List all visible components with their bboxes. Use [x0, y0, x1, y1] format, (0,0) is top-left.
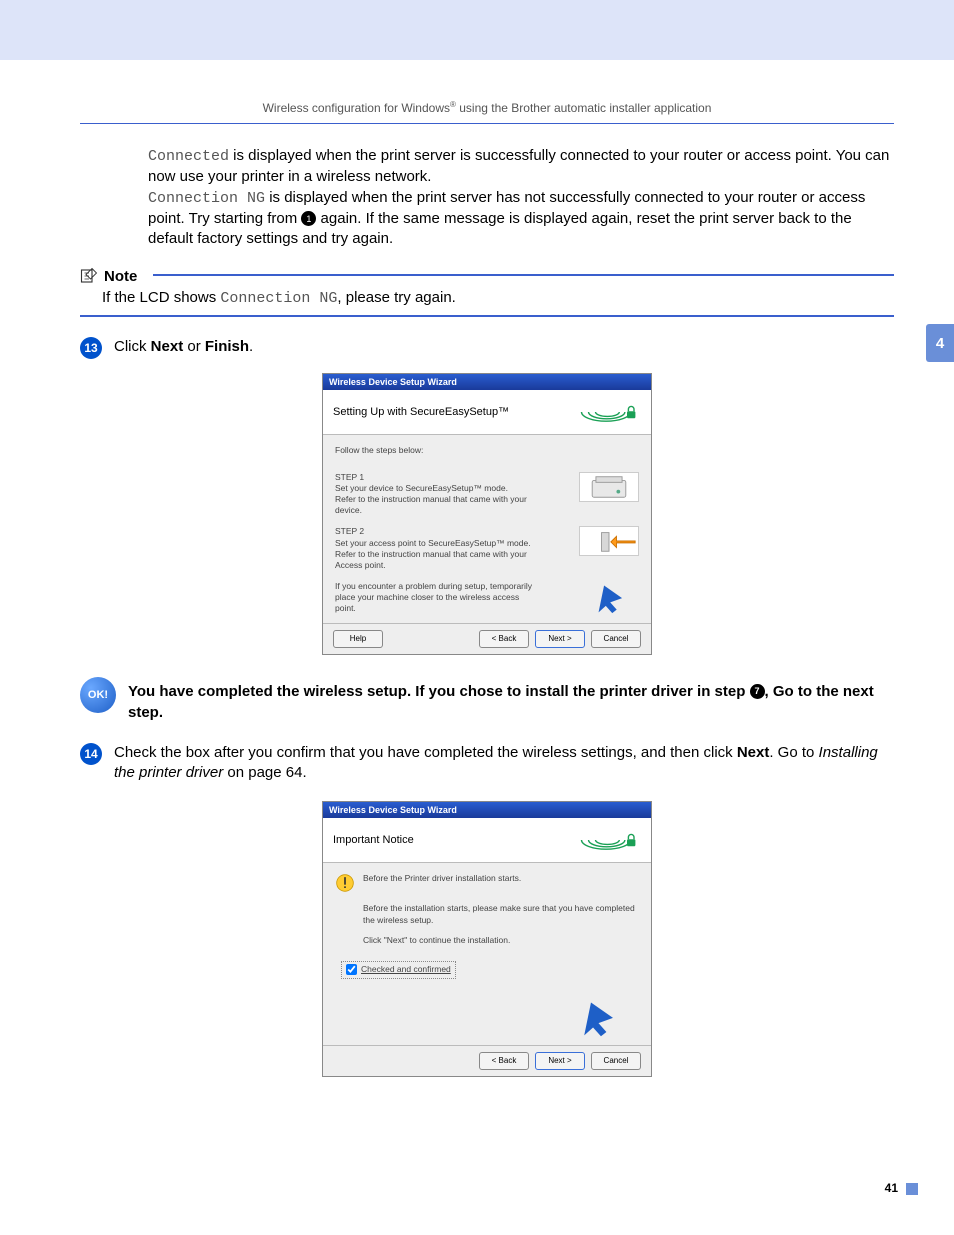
step13-finish: Finish: [205, 338, 249, 355]
wizard2-heading: Important Notice: [333, 834, 414, 846]
wizard2-back-button[interactable]: < Back: [479, 1052, 529, 1070]
wizard1-cancel-button[interactable]: Cancel: [591, 630, 641, 648]
step13-post: .: [249, 338, 253, 355]
pencil-note-icon: [80, 267, 98, 285]
step13-next: Next: [151, 338, 184, 355]
cursor-arrow-icon: [575, 997, 619, 1041]
wizard2-line2: Before the installation starts, please m…: [363, 903, 639, 927]
w1-step1-a: Set your device to SecureEasySetup™ mode…: [335, 483, 542, 494]
running-head: Wireless configuration for Windows® usin…: [80, 100, 894, 115]
page-number: 41: [885, 1181, 898, 1195]
note-code: Connection NG: [220, 290, 337, 307]
para1-text: is displayed when the print server is su…: [148, 147, 889, 185]
wizard1-back-button[interactable]: < Back: [479, 630, 529, 648]
step-13-badge: 13: [80, 337, 102, 359]
wizard1-help-button[interactable]: Help: [333, 630, 383, 648]
wizard2-next-button[interactable]: Next >: [535, 1052, 585, 1070]
step14-b: . Go to: [769, 744, 818, 761]
running-head-pre: Wireless configuration for Windows: [263, 101, 450, 115]
note-header: Note: [80, 267, 894, 285]
cursor-arrow-icon: [579, 581, 639, 617]
wizard1-step2-text: STEP 2 Set your access point to SecureEa…: [335, 526, 542, 570]
wizard1-titlebar: Wireless Device Setup Wizard: [323, 374, 651, 390]
top-band: [0, 0, 954, 60]
wizard2-line3: Click "Next" to continue the installatio…: [363, 935, 639, 947]
step14-next: Next: [737, 744, 770, 761]
note-label: Note: [104, 268, 137, 285]
wizard1-trouble-row: If you encounter a problem during setup,…: [335, 581, 639, 617]
wizard1-footer: Help < Back Next > Cancel: [323, 623, 651, 654]
wizard2-info-row: Before the Printer driver installation s…: [335, 873, 639, 893]
ok-row: OK! You have completed the wireless setu…: [80, 677, 894, 723]
note-rule-top: [153, 274, 894, 276]
page-content: Wireless configuration for Windows® usin…: [0, 60, 954, 1077]
step-14-text: Check the box after you confirm that you…: [114, 743, 894, 784]
wizard1-trouble-text: If you encounter a problem during setup,…: [335, 581, 542, 614]
wizard2-checkbox[interactable]: [346, 964, 357, 975]
note-text: If the LCD shows Connection NG, please t…: [102, 289, 894, 307]
printer-icon: [579, 472, 639, 502]
step14-c: on page 64.: [223, 764, 306, 781]
running-head-post: using the Brother automatic installer ap…: [456, 101, 711, 115]
chapter-tab: 4: [926, 324, 954, 362]
wizard1-step1-text: STEP 1 Set your device to SecureEasySetu…: [335, 472, 542, 516]
wizard2-header: Important Notice: [323, 818, 651, 863]
note-block: Note If the LCD shows Connection NG, ple…: [80, 267, 894, 317]
wizard1-header: Setting Up with SecureEasySetup™: [323, 390, 651, 435]
ok-badge: OK!: [80, 677, 116, 713]
wizard-2: Wireless Device Setup Wizard Important N…: [322, 801, 652, 1077]
wizard2-checkbox-row[interactable]: Checked and confirmed: [341, 961, 456, 979]
wizard1-step2-row: STEP 2 Set your access point to SecureEa…: [335, 526, 639, 570]
ok-text: You have completed the wireless setup. I…: [128, 677, 894, 723]
note-rule-bottom: [80, 315, 894, 317]
ref-step-7-icon: 7: [750, 684, 765, 699]
ref-step-1-icon: 1: [301, 211, 316, 226]
step-13-text: Click Next or Finish.: [114, 337, 253, 357]
secure-easy-setup-logo-icon: [571, 400, 641, 424]
step-14-badge: 14: [80, 743, 102, 765]
wizard2-cursor-container: [335, 987, 639, 1037]
warning-icon: [335, 873, 355, 893]
wizard2-titlebar: Wireless Device Setup Wizard: [323, 802, 651, 818]
note-text-b: , please try again.: [337, 289, 455, 306]
step-14-row: 14 Check the box after you confirm that …: [80, 743, 894, 784]
step-13-row: 13 Click Next or Finish.: [80, 337, 894, 359]
w1-step2-a: Set your access point to SecureEasySetup…: [335, 538, 542, 549]
w1-step1-b: Refer to the instruction manual that cam…: [335, 494, 542, 516]
wizard2-checkbox-label: Checked and confirmed: [361, 964, 451, 976]
secure-easy-setup-logo-icon: [571, 828, 641, 852]
w1-step1-h: STEP 1: [335, 472, 542, 483]
note-text-a: If the LCD shows: [102, 289, 220, 306]
page-accent: [906, 1183, 918, 1195]
wizard1-step1-row: STEP 1 Set your device to SecureEasySetu…: [335, 472, 639, 516]
w1-step2-b: Refer to the instruction manual that cam…: [335, 549, 542, 571]
wizard2-line1: Before the Printer driver installation s…: [363, 873, 521, 885]
wizard2-body: Before the Printer driver installation s…: [323, 863, 651, 1045]
wizard2-cancel-button[interactable]: Cancel: [591, 1052, 641, 1070]
paragraph-connection-ng: Connection NG is displayed when the prin…: [148, 188, 894, 250]
paragraph-connected: Connected is displayed when the print se…: [148, 146, 894, 188]
code-connection-ng: Connection NG: [148, 190, 265, 207]
step14-a: Check the box after you confirm that you…: [114, 744, 737, 761]
step13-pre: Click: [114, 338, 151, 355]
wizard1-next-button[interactable]: Next >: [535, 630, 585, 648]
step13-mid: or: [183, 338, 205, 355]
code-connected: Connected: [148, 148, 229, 165]
w1-step2-h: STEP 2: [335, 526, 542, 537]
header-rule: [80, 123, 894, 124]
wizard-1: Wireless Device Setup Wizard Setting Up …: [322, 373, 652, 654]
wizard1-body: Follow the steps below: STEP 1 Set your …: [323, 435, 651, 622]
wizard1-heading: Setting Up with SecureEasySetup™: [333, 406, 509, 418]
wizard1-follow: Follow the steps below:: [335, 445, 639, 456]
access-point-icon: [579, 526, 639, 556]
wizard2-footer: < Back Next > Cancel: [323, 1045, 651, 1076]
ok-text-a: You have completed the wireless setup. I…: [128, 683, 750, 700]
